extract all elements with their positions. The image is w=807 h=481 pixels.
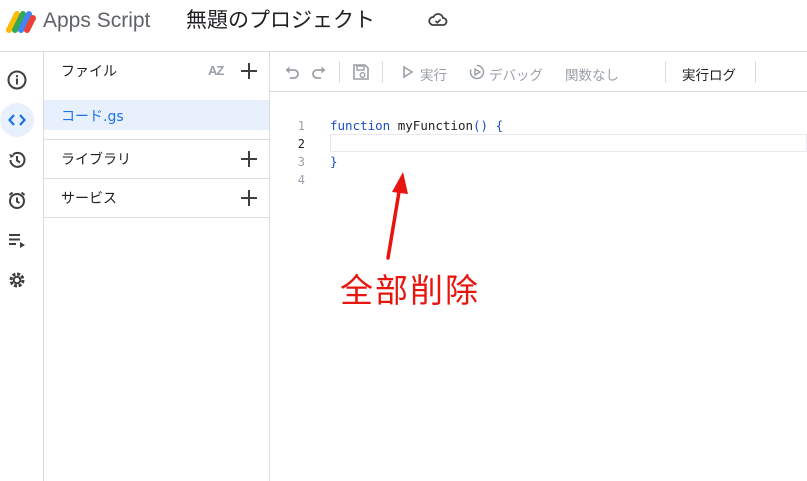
annotation-label: 全部削除 (340, 271, 480, 310)
debug-button[interactable]: デバッグ (489, 64, 543, 84)
rail-triggers-button[interactable] (0, 183, 34, 217)
execution-log-button[interactable]: 実行ログ (682, 64, 736, 84)
files-section-header: ファイル AZ (44, 52, 269, 90)
apps-script-logo-icon[interactable] (5, 8, 37, 34)
line-number: 2 (297, 137, 305, 151)
sort-az-icon[interactable]: AZ (208, 63, 224, 78)
line-number: 3 (297, 155, 305, 169)
run-button[interactable]: 実行 (420, 64, 447, 84)
add-service-icon[interactable] (240, 189, 258, 207)
toolbar-separator (755, 61, 756, 83)
save-icon[interactable] (352, 63, 370, 81)
files-label: ファイル (61, 64, 117, 80)
project-title[interactable]: 無題のプロジェクト (186, 6, 375, 34)
history-icon (9, 151, 26, 168)
libraries-section-header: ライブラリ (44, 140, 269, 178)
current-line-highlight (330, 134, 807, 152)
code-function-name: myFunction (390, 118, 474, 133)
toolbar-separator (339, 61, 340, 83)
function-select[interactable]: 関数なし (565, 64, 619, 84)
navigation-rail (0, 52, 44, 481)
add-file-icon[interactable] (240, 62, 258, 80)
libraries-label: ライブラリ (61, 152, 131, 168)
files-panel: ファイル AZ コード.gs ライブラリ サービス (44, 52, 269, 481)
code-line[interactable]: } (330, 154, 338, 169)
line-number: 1 (297, 119, 305, 133)
annotation-arrow (386, 172, 408, 260)
code-keyword: function (330, 118, 391, 133)
line-number: 4 (297, 173, 305, 187)
toolbar-separator (665, 61, 666, 83)
services-label: サービス (61, 191, 117, 207)
app-name[interactable]: Apps Script (43, 8, 150, 34)
file-name: コード.gs (61, 109, 124, 125)
redo-icon[interactable] (310, 63, 328, 81)
playlist-play-icon (9, 234, 25, 248)
alarm-icon (8, 191, 26, 209)
app-header: Apps Script 無題のプロジェクト (0, 0, 807, 42)
toolbar-separator (382, 61, 383, 83)
info-icon (7, 70, 27, 90)
editor-toolbar: 実行 デバッグ 関数なし 実行ログ (270, 52, 807, 92)
debug-icon (469, 64, 485, 80)
gear-icon (9, 272, 25, 288)
undo-icon[interactable] (283, 63, 301, 81)
code-punctuation: () { (473, 118, 504, 133)
rail-editor-button[interactable] (0, 103, 34, 137)
file-item-code-gs[interactable]: コード.gs (44, 100, 269, 130)
code-line[interactable]: function myFunction() { (330, 118, 503, 133)
add-library-icon[interactable] (240, 150, 258, 168)
rail-history-button[interactable] (0, 143, 34, 177)
code-icon (8, 114, 26, 126)
services-separator (44, 217, 269, 218)
rail-overview-button[interactable] (0, 63, 34, 97)
rail-settings-button[interactable] (0, 263, 34, 297)
services-section-header: サービス (44, 179, 269, 217)
code-closing-brace: } (330, 154, 338, 169)
cloud-saved-icon (428, 13, 448, 26)
run-icon (403, 65, 414, 79)
rail-executions-button[interactable] (0, 223, 34, 257)
